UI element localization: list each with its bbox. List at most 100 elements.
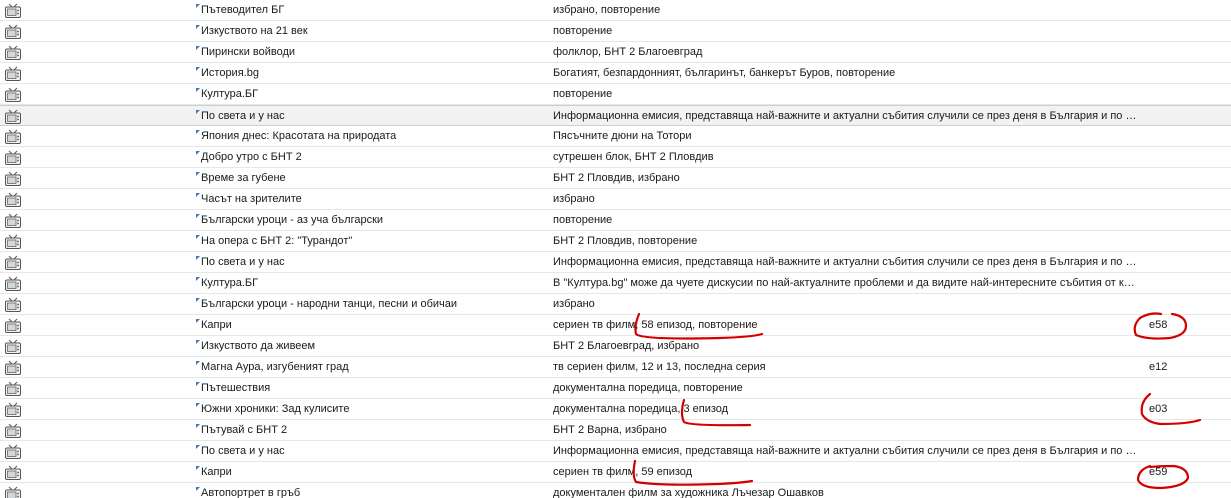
programme-title: Изкуството да живеем xyxy=(201,340,316,352)
table-row[interactable]: Пътувай с БНТ 2 БНТ 2 Варна, избрано xyxy=(0,420,1231,441)
description-cell: фолклор, БНТ 2 Благоевград xyxy=(553,46,703,58)
title-cell: Часът на зрителите xyxy=(196,193,536,205)
tv-icon xyxy=(5,45,21,60)
tv-icon xyxy=(5,213,21,228)
corner-marker-icon xyxy=(196,4,200,8)
episode-cell: e59 xyxy=(1149,466,1168,478)
title-cell: Добро утро с БНТ 2 xyxy=(196,151,536,163)
table-row[interactable]: Добро утро с БНТ 2 сутрешен блок, БНТ 2 П… xyxy=(0,147,1231,168)
description-cell: Богатият, безпардонният, българинът, бан… xyxy=(553,67,896,79)
description-cell: избрано, повторение xyxy=(553,4,661,16)
programme-title: По света и у нас xyxy=(201,110,285,122)
description-cell: повторение xyxy=(553,214,613,226)
table-row[interactable]: Япония днес: Красотата на природата Пясъч… xyxy=(0,126,1231,147)
title-cell: История.bg xyxy=(196,67,536,79)
tv-icon xyxy=(5,66,21,81)
description-cell: Пясъчните дюни на Тотори xyxy=(553,130,692,142)
table-row[interactable]: Пътешествия документална поредица, повтор… xyxy=(0,378,1231,399)
description-cell: тв сериен филм, 12 и 13, последна серия xyxy=(553,361,766,373)
table-row[interactable]: По света и у нас Информационна емисия, пр… xyxy=(0,105,1231,126)
description-cell: повторение xyxy=(553,25,613,37)
corner-marker-icon xyxy=(196,214,200,218)
corner-marker-icon xyxy=(196,256,200,260)
corner-marker-icon xyxy=(196,130,200,134)
table-row[interactable]: По света и у нас Информационна емисия, пр… xyxy=(0,252,1231,273)
programme-title: Южни хроники: Зад кулисите xyxy=(201,403,350,415)
episode-cell: e12 xyxy=(1149,361,1168,373)
tv-icon xyxy=(5,171,21,186)
tv-icon xyxy=(5,87,21,102)
corner-marker-icon xyxy=(196,382,200,386)
tv-icon xyxy=(5,109,21,124)
tv-icon xyxy=(5,402,21,417)
programme-title: Време за губене xyxy=(201,172,286,184)
title-cell: Български уроци - народни танци, песни и… xyxy=(196,298,536,310)
description-cell: Информационна емисия, представяща най-ва… xyxy=(553,445,1138,457)
programme-title: Япония днес: Красотата на природата xyxy=(201,130,397,142)
title-cell: Пътеводител БГ xyxy=(196,4,536,16)
table-row[interactable]: Южни хроники: Зад кулисите документална п… xyxy=(0,399,1231,420)
programme-title: Часът на зрителите xyxy=(201,193,302,205)
tv-icon xyxy=(5,129,21,144)
programme-list: Пътеводител БГ избрано, повторение Изкуств… xyxy=(0,0,1231,498)
table-row[interactable]: Магна Аура, изгубеният град тв сериен фил… xyxy=(0,357,1231,378)
description-cell: документален филм за художника Лъчезар О… xyxy=(553,487,824,498)
table-row[interactable]: Капри сериен тв филм, 59 епизод e59 xyxy=(0,462,1231,483)
programme-title: Изкуството на 21 век xyxy=(201,25,308,37)
corner-marker-icon xyxy=(196,235,200,239)
description-cell: БНТ 2 Варна, избрано xyxy=(553,424,667,436)
title-cell: Пирински войводи xyxy=(196,46,536,58)
table-row[interactable]: Изкуството да живеем БНТ 2 Благоевград, и… xyxy=(0,336,1231,357)
tv-icon xyxy=(5,423,21,438)
description-cell: сутрешен блок, БНТ 2 Пловдив xyxy=(553,151,714,163)
table-row[interactable]: Култура.БГ В "Култура.bg" може да чуете д… xyxy=(0,273,1231,294)
title-cell: Автопортрет в гръб xyxy=(196,487,536,498)
title-cell: Капри xyxy=(196,466,536,478)
table-row[interactable]: Капри сериен тв филм, 58 епизод, повторен… xyxy=(0,315,1231,336)
title-cell: Култура.БГ xyxy=(196,88,536,100)
corner-marker-icon xyxy=(196,67,200,71)
table-row[interactable]: На опера с БНТ 2: "Турандот" БНТ 2 Пловди… xyxy=(0,231,1231,252)
description-cell: БНТ 2 Пловдив, избрано xyxy=(553,172,680,184)
title-cell: Япония днес: Красотата на природата xyxy=(196,130,536,142)
title-cell: По света и у нас xyxy=(196,110,536,122)
description-cell: сериен тв филм, 59 епизод xyxy=(553,466,693,478)
table-row[interactable]: Български уроци - аз уча български повтор… xyxy=(0,210,1231,231)
programme-title: Български уроци - народни танци, песни и… xyxy=(201,298,458,310)
table-row[interactable]: По света и у нас Информационна емисия, пр… xyxy=(0,441,1231,462)
corner-marker-icon xyxy=(196,424,200,428)
table-row[interactable]: Пирински войводи фолклор, БНТ 2 Благоевгр… xyxy=(0,42,1231,63)
description-cell: В "Култура.bg" може да чуете дискусии по… xyxy=(553,277,1138,289)
table-row[interactable]: История.bg Богатият, безпардонният, бълга… xyxy=(0,63,1231,84)
table-row[interactable]: Култура.БГ повторение xyxy=(0,84,1231,105)
title-cell: На опера с БНТ 2: "Турандот" xyxy=(196,235,536,247)
title-cell: Изкуството да живеем xyxy=(196,340,536,352)
title-cell: По света и у нас xyxy=(196,445,536,457)
programme-title: На опера с БНТ 2: "Турандот" xyxy=(201,235,353,247)
tv-icon xyxy=(5,486,21,498)
table-row[interactable]: Изкуството на 21 век повторение xyxy=(0,21,1231,42)
tv-icon xyxy=(5,276,21,291)
table-row[interactable]: Часът на зрителите избрано xyxy=(0,189,1231,210)
description-cell: БНТ 2 Пловдив, повторение xyxy=(553,235,698,247)
table-row[interactable]: Пътеводител БГ избрано, повторение xyxy=(0,0,1231,21)
episode-cell: e03 xyxy=(1149,403,1168,415)
corner-marker-icon xyxy=(196,88,200,92)
corner-marker-icon xyxy=(196,319,200,323)
table-row[interactable]: Време за губене БНТ 2 Пловдив, избрано xyxy=(0,168,1231,189)
corner-marker-icon xyxy=(196,487,200,491)
corner-marker-icon xyxy=(196,361,200,365)
description-cell: документална поредица, повторение xyxy=(553,382,743,394)
tv-icon xyxy=(5,318,21,333)
tv-icon xyxy=(5,192,21,207)
title-cell: Магна Аура, изгубеният град xyxy=(196,361,536,373)
tv-icon xyxy=(5,234,21,249)
programme-title: Пътешествия xyxy=(201,382,271,394)
table-row[interactable]: Български уроци - народни танци, песни и… xyxy=(0,294,1231,315)
description-cell: избрано xyxy=(553,193,595,205)
tv-icon xyxy=(5,3,21,18)
tv-icon xyxy=(5,150,21,165)
table-row[interactable]: Автопортрет в гръб документален филм за х… xyxy=(0,483,1231,498)
episode-cell: e58 xyxy=(1149,319,1168,331)
title-cell: Време за губене xyxy=(196,172,536,184)
